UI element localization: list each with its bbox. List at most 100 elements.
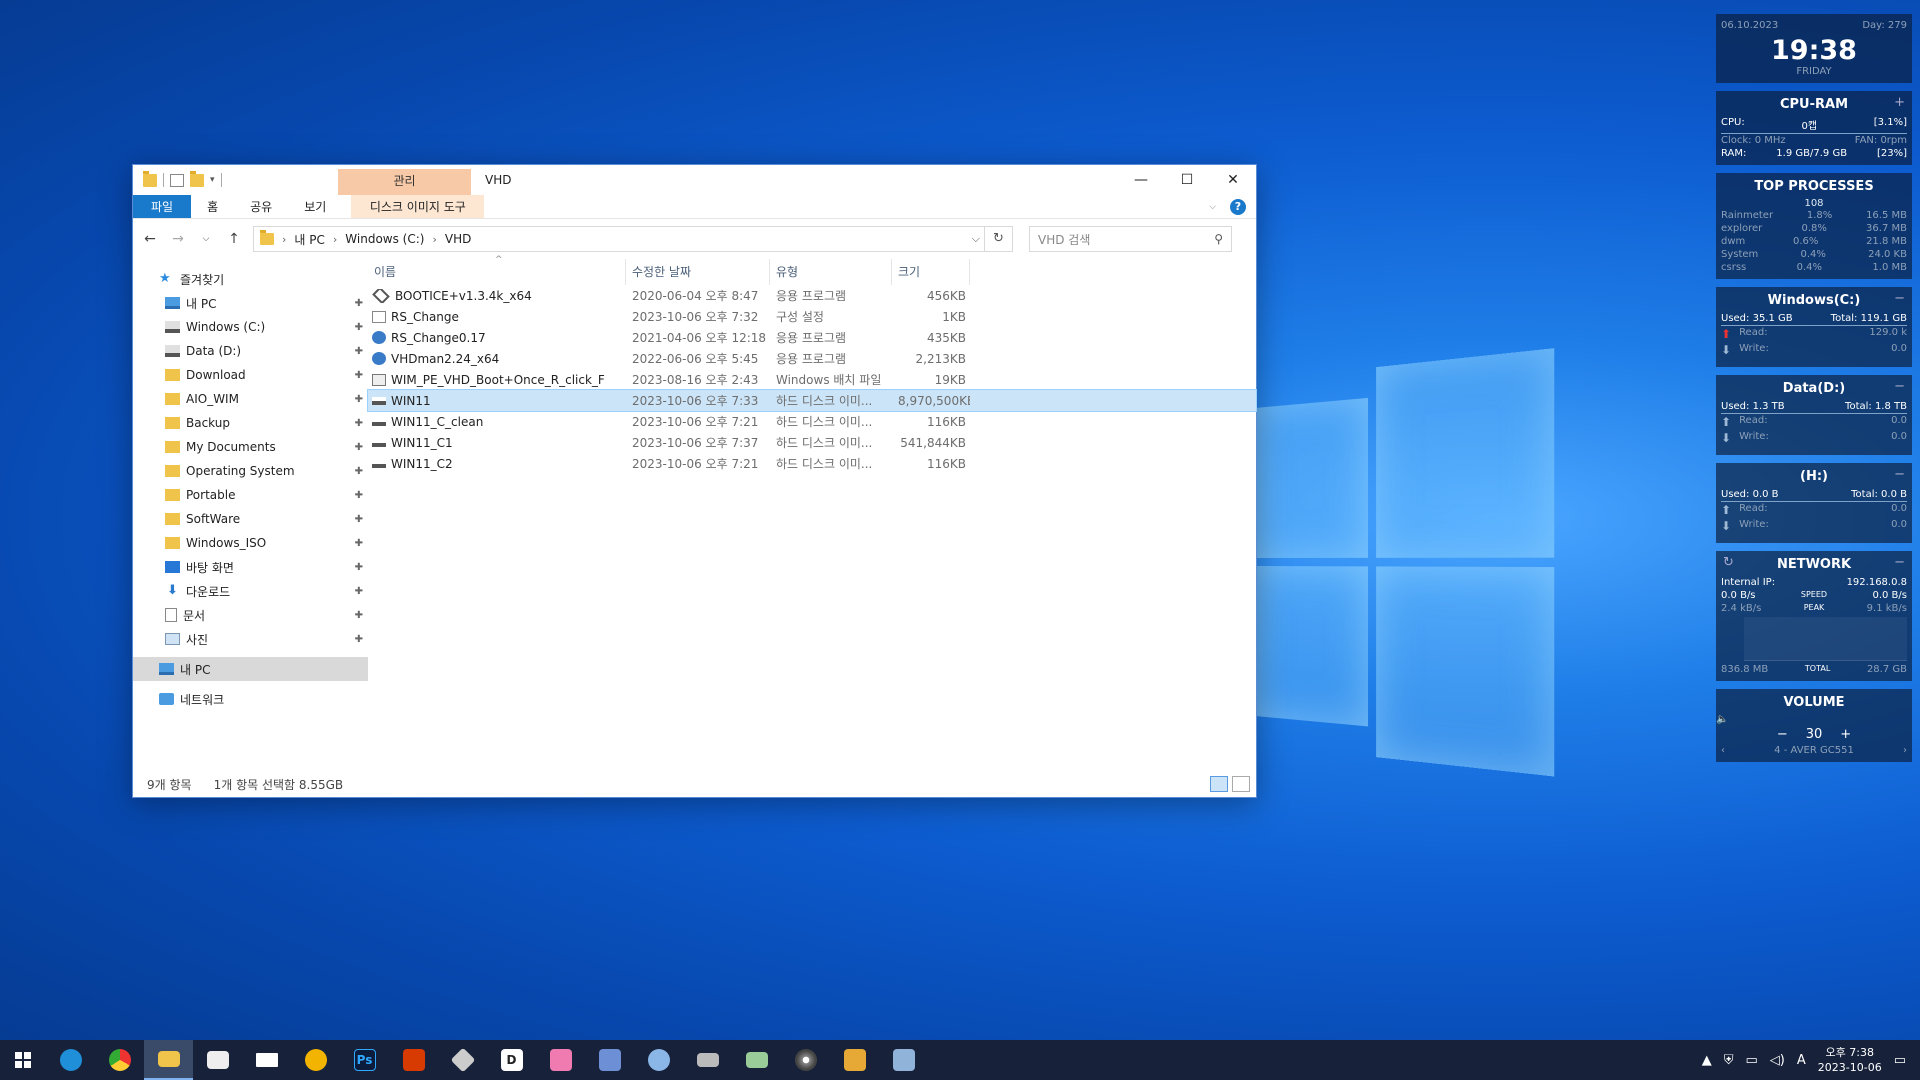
search-box[interactable]: VHD 검색 ⚲ [1029,226,1232,252]
nav-item-desktop[interactable]: 바탕 화면 ✚ [133,555,368,579]
app-diamond-icon[interactable] [438,1040,487,1080]
column-size[interactable]: 크기 [892,259,970,285]
close-button[interactable]: ✕ [1210,165,1256,195]
app-disk-icon[interactable] [732,1040,781,1080]
chevron-right-icon[interactable]: › [432,233,436,246]
forward-icon[interactable]: → [169,231,187,247]
column-date[interactable]: 수정한 날짜 [626,259,770,285]
ime-indicator[interactable]: A [1797,1053,1806,1068]
tab-view[interactable]: 보기 [288,195,342,218]
nav-item-this-pc[interactable]: 내 PC ✚ [133,291,368,315]
collapse-icon[interactable]: − [1894,467,1905,482]
table-row[interactable]: WIN11_C1 2023-10-06 오후 7:37 하드 디스크 이미...… [368,432,1256,453]
up-icon[interactable]: ↑ [225,231,243,247]
app-drive-icon[interactable] [683,1040,732,1080]
tab-share[interactable]: 공유 [234,195,288,218]
breadcrumb-vhd[interactable]: VHD [445,232,471,246]
app-media-icon[interactable] [781,1040,830,1080]
new-folder-icon[interactable] [190,170,204,187]
maximize-button[interactable]: ☐ [1164,165,1210,195]
collapse-icon[interactable]: − [1894,379,1905,394]
store-icon[interactable] [193,1040,242,1080]
volume-tray-icon[interactable]: ◁) [1770,1053,1785,1068]
notification-icon[interactable]: ▭ [1894,1053,1906,1068]
large-icons-view-icon[interactable] [1232,776,1250,792]
network-tray-icon[interactable]: ▭ [1745,1053,1757,1068]
file-explorer-icon[interactable] [144,1040,193,1080]
app-doc-icon[interactable] [879,1040,928,1080]
table-row[interactable]: BOOTICE+v1.3.4k_x64 2020-06-04 오후 8:47 응… [368,285,1256,306]
address-bar[interactable]: › 내 PC › Windows (C:) › VHD ⌵ ↻ [253,226,1013,252]
table-row[interactable]: WIN11_C_clean 2023-10-06 오후 7:21 하드 디스크 … [368,411,1256,432]
table-row[interactable]: VHDman2.24_x64 2022-06-06 오후 5:45 응용 프로그… [368,348,1256,369]
table-row[interactable]: WIN11_C2 2023-10-06 오후 7:21 하드 디스크 이미...… [368,453,1256,474]
breadcrumb-this-pc[interactable]: 내 PC [294,231,324,248]
app-office-icon[interactable] [389,1040,438,1080]
flame-icon[interactable]: ▲ [1702,1053,1712,1068]
speaker-icon[interactable]: 🔈 [1716,714,1728,725]
nav-this-pc[interactable]: 내 PC [133,657,368,681]
back-icon[interactable]: ← [141,231,159,247]
search-input[interactable]: VHD 검색 [1038,231,1090,248]
nav-network[interactable]: 네트워크 [133,687,368,711]
nav-item-downloads[interactable]: ⬇ 다운로드 ✚ [133,579,368,603]
nav-item-windows-c[interactable]: Windows (C:) ✚ [133,315,368,339]
collapse-icon[interactable]: − [1894,555,1905,570]
tab-disk-image-tools[interactable]: 디스크 이미지 도구 [351,195,485,218]
nav-item-my-documents[interactable]: My Documents ✚ [133,435,368,459]
chrome-icon[interactable] [95,1040,144,1080]
column-type[interactable]: 유형 [770,259,892,285]
start-button[interactable] [0,1040,46,1080]
app-tool-icon[interactable] [585,1040,634,1080]
app-fish-icon[interactable] [634,1040,683,1080]
nav-item-data-d[interactable]: Data (D:) ✚ [133,339,368,363]
nav-item-aio-wim[interactable]: AIO_WIM ✚ [133,387,368,411]
nav-item-backup[interactable]: Backup ✚ [133,411,368,435]
nav-item-portable[interactable]: Portable ✚ [133,483,368,507]
explorer-window[interactable]: ▾ 관리 VHD — ☐ ✕ 파일 홈 공유 보기 디스크 이미지 도구 ⌵ ?… [132,164,1257,798]
next-device-icon[interactable]: › [1903,745,1907,756]
collapse-icon[interactable]: − [1894,291,1905,306]
refresh-icon[interactable]: ↻ [984,227,1012,251]
prev-device-icon[interactable]: ‹ [1721,745,1725,756]
tray-clock[interactable]: 오후 7:38 2023-10-06 [1818,1045,1882,1075]
properties-icon[interactable] [170,173,184,187]
nav-item-windows-iso[interactable]: Windows_ISO ✚ [133,531,368,555]
photoshop-icon[interactable]: Ps [340,1040,389,1080]
nav-item-documents[interactable]: 문서 ✚ [133,603,368,627]
table-row[interactable]: WIM_PE_VHD_Boot+Once_R_click_F 2023-08-1… [368,369,1256,390]
manage-tab[interactable]: 관리 [338,169,471,195]
volume-down-button[interactable]: − [1777,727,1788,742]
tab-home[interactable]: 홈 [191,195,234,218]
expand-icon[interactable]: + [1894,95,1905,110]
nav-item-pictures[interactable]: 사진 ✚ [133,627,368,651]
edge-icon[interactable] [46,1040,95,1080]
breadcrumb-windows-c[interactable]: Windows (C:) [345,232,424,246]
customize-qa-icon[interactable]: ▾ [210,175,215,185]
table-row[interactable]: RS_Change0.17 2021-04-06 오후 12:18 응용 프로그… [368,327,1256,348]
nav-item-operating-system[interactable]: Operating System ✚ [133,459,368,483]
app-d-icon[interactable]: D [487,1040,536,1080]
mail-icon[interactable] [242,1040,291,1080]
app-triangle-icon[interactable] [291,1040,340,1080]
app-gold-icon[interactable] [830,1040,879,1080]
expand-ribbon-icon[interactable]: ⌵ [1209,202,1216,212]
app-pink-icon[interactable] [536,1040,585,1080]
refresh-icon[interactable]: ↻ [1723,555,1734,570]
volume-up-button[interactable]: + [1840,727,1851,742]
minimize-button[interactable]: — [1118,165,1164,195]
shield-icon[interactable]: ⛨ [1724,1053,1734,1068]
chevron-right-icon[interactable]: › [333,233,337,246]
nav-favorites[interactable]: ★ 즐겨찾기 [133,267,368,291]
search-icon[interactable]: ⚲ [1214,232,1223,246]
recent-locations-icon[interactable]: ⌵ [197,234,215,244]
table-row-selected[interactable]: WIN11 2023-10-06 오후 7:33 하드 디스크 이미... 8,… [367,389,1257,412]
chevron-right-icon[interactable]: › [282,233,286,246]
title-bar[interactable]: ▾ 관리 VHD — ☐ ✕ [133,165,1256,195]
address-dropdown-icon[interactable]: ⌵ [972,232,980,246]
nav-item-software[interactable]: SoftWare ✚ [133,507,368,531]
table-row[interactable]: RS_Change 2023-10-06 오후 7:32 구성 설정 1KB [368,306,1256,327]
details-view-icon[interactable] [1210,776,1228,792]
tab-file[interactable]: 파일 [133,195,192,218]
nav-item-download[interactable]: Download ✚ [133,363,368,387]
